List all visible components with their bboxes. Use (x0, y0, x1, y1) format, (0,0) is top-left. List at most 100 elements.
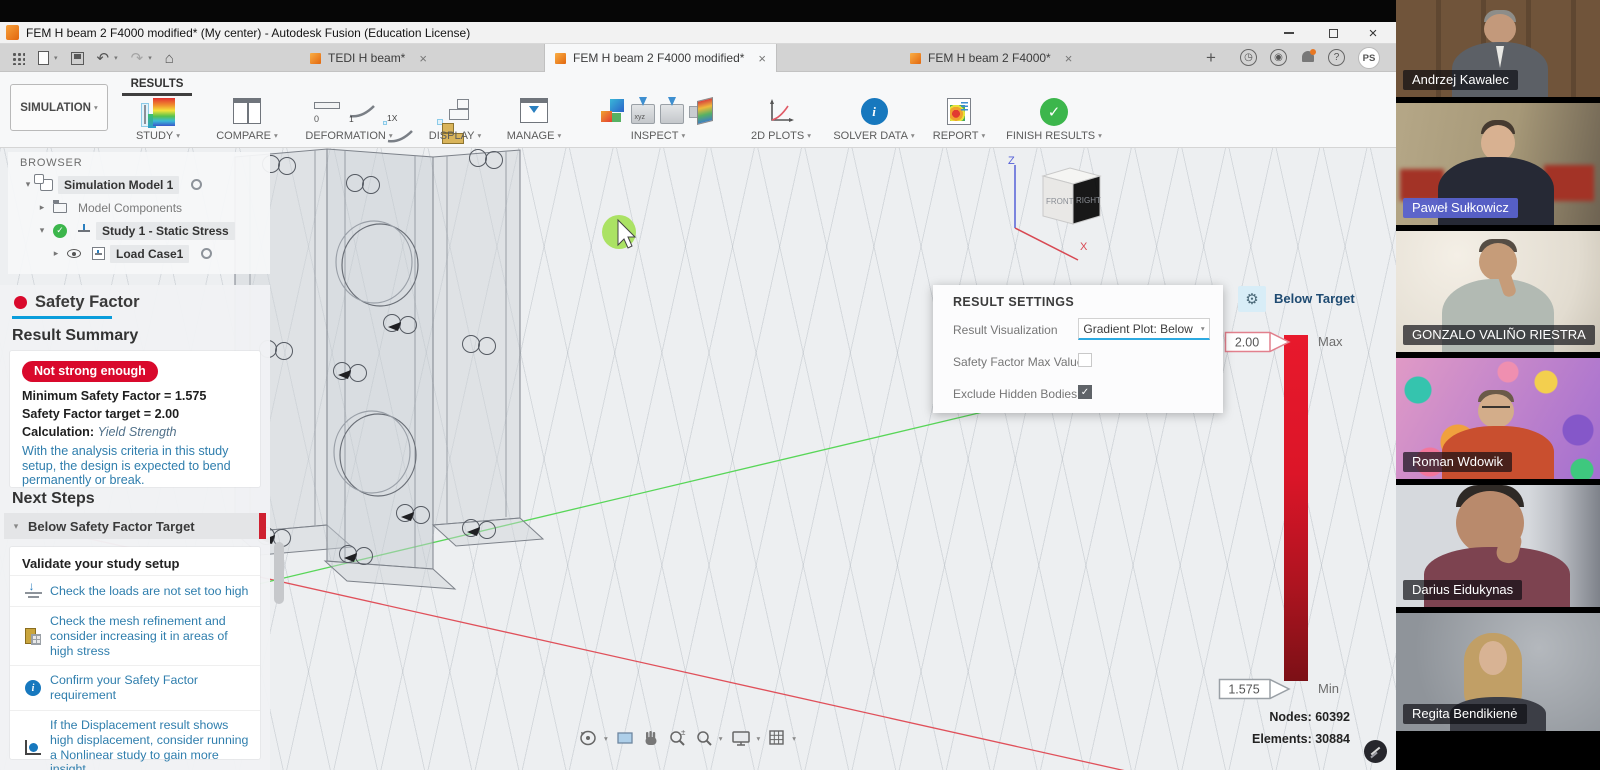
save-icon[interactable] (71, 52, 84, 65)
orbit-icon[interactable] (578, 729, 598, 747)
workspace-selector[interactable]: SIMULATION▾ (10, 84, 108, 131)
window-title: FEM H beam 2 F4000 modified* (My center)… (26, 26, 470, 40)
tree-item-model-components[interactable]: ▸ Model Components (8, 196, 270, 219)
visibility-eye-icon[interactable] (67, 249, 81, 258)
finish-results-check-icon[interactable]: ✓ (1040, 98, 1068, 126)
orbit-dropdown-icon[interactable]: ▾ (604, 734, 608, 743)
maximize-button[interactable] (1316, 22, 1350, 44)
solver-data-info-icon[interactable]: i (861, 98, 888, 125)
notifications-bell-icon[interactable] (1302, 51, 1314, 62)
display-settings-icon[interactable] (731, 729, 751, 747)
job-status-icon[interactable]: ◷ (1240, 49, 1257, 66)
deformation-adjusted-icon[interactable]: 1 (347, 98, 379, 124)
activate-radio[interactable] (201, 248, 212, 259)
tree-item-load-case[interactable]: ▸ Load Case1 (8, 242, 270, 265)
ribbon-group-finish-results[interactable]: ✓ FINISH RESULTS▾ (1000, 72, 1108, 148)
panel-scrollbar-thumb[interactable] (274, 542, 284, 604)
tree-item-study-1[interactable]: ▾ ✓ Study 1 - Static Stress (8, 219, 270, 242)
max-value-checkbox[interactable] (1078, 353, 1092, 367)
minimize-button[interactable] (1272, 22, 1306, 44)
viz-label: Result Visualization (953, 323, 1058, 337)
compare-icon[interactable] (233, 98, 261, 124)
legend-max-tag[interactable]: 2.00 (1224, 330, 1292, 354)
visualization-dropdown[interactable]: Gradient Plot: Below ▾ (1078, 318, 1210, 340)
participant-video (1479, 641, 1507, 675)
hidden-bodies-checkbox[interactable]: ✓ (1078, 385, 1092, 399)
grid-settings-icon[interactable] (768, 729, 786, 747)
ribbon-group-manage[interactable]: MANAGE▾ (502, 72, 566, 148)
chevron-right-icon[interactable]: ▸ (50, 248, 62, 259)
next-step-item[interactable]: Check the mesh refinement and consider i… (10, 606, 260, 665)
fit-dropdown-icon[interactable]: ▾ (719, 734, 723, 743)
tab-label: FEM H beam 2 F4000 modified* (573, 51, 744, 65)
ribbon-group-compare[interactable]: COMPARE▾ (210, 72, 284, 148)
participant-tile[interactable]: Paweł Sułkowicz (1396, 103, 1600, 225)
tab-close-icon[interactable]: × (419, 51, 427, 66)
undo-icon[interactable]: ↶ (97, 51, 110, 66)
next-step-item[interactable]: ↓ Check the loads are not set too high (10, 575, 260, 606)
meeting-controls-button[interactable] (1364, 740, 1387, 763)
ribbon-group-inspect[interactable]: xyz INSPECT▾ (582, 72, 734, 148)
study-report-icon[interactable] (144, 105, 146, 124)
zoom-icon[interactable]: ± (668, 729, 687, 747)
view-cube[interactable]: Z X FRONT RIGHT (1008, 155, 1101, 260)
participant-tile[interactable]: GONZALO VALIÑO RIESTRA (1396, 231, 1600, 352)
inspect-probe-icon[interactable] (660, 104, 684, 124)
safety-factor-target: Safety Factor target = 2.00 (22, 407, 248, 422)
ribbon-group-study[interactable]: STUDY▾ (114, 72, 202, 148)
inspect-probe-xyz-icon[interactable]: xyz (631, 104, 655, 124)
new-tab-icon[interactable]: + (1204, 49, 1218, 66)
ribbon-group-2d-plots[interactable]: 2D PLOTS▾ (746, 72, 816, 148)
document-cube-icon (910, 53, 921, 64)
ribbon-group-report[interactable]: REPORT▾ (928, 72, 990, 148)
inspect-slice-plane-icon[interactable] (689, 98, 717, 124)
new-file-icon[interactable] (38, 51, 49, 65)
tab-tedi-h-beam[interactable]: TEDI H beam* × (300, 44, 437, 72)
user-avatar[interactable]: PS (1358, 47, 1380, 69)
report-icon[interactable] (947, 98, 971, 125)
home-icon[interactable]: ⌂ (165, 51, 174, 66)
chevron-down-icon[interactable]: ▾ (22, 179, 34, 190)
participant-tile[interactable]: Regita Bendikienė (1396, 613, 1600, 731)
next-step-item[interactable]: i Confirm your Safety Factor requirement (10, 665, 260, 710)
display-wireframe-icon[interactable] (447, 98, 473, 124)
ribbon-group-deformation[interactable]: 0 1 1X DEFORMATION▾ (290, 72, 408, 148)
study-legend-icon[interactable] (153, 98, 175, 126)
manage-icon[interactable] (520, 98, 548, 123)
tab-fem-h-beam-modified[interactable]: FEM H beam 2 F4000 modified* × (544, 44, 777, 72)
tree-item-simulation-model[interactable]: ▾ Simulation Model 1 (8, 173, 270, 196)
2d-plots-icon[interactable] (766, 98, 796, 126)
legend-min-tag[interactable]: 1.575 (1218, 677, 1292, 701)
legend-settings-gear-icon[interactable]: ⚙ (1238, 286, 1266, 312)
display-dropdown-icon[interactable]: ▾ (757, 734, 761, 743)
undo-dropdown-icon[interactable]: ▾ (114, 54, 118, 62)
chevron-down-icon[interactable]: ▾ (36, 225, 48, 236)
h-beam-model[interactable] (235, 149, 543, 589)
grid-dropdown-icon[interactable]: ▾ (792, 734, 796, 743)
tab-close-icon[interactable]: × (758, 51, 766, 66)
chevron-right-icon[interactable]: ▸ (36, 202, 48, 213)
participant-tile[interactable]: Andrzej Kawalec (1396, 0, 1600, 97)
viewcube-front-label[interactable]: FRONT (1046, 197, 1074, 206)
ribbon-group-display[interactable]: DISPLAY▾ (416, 72, 494, 148)
file-dropdown-icon[interactable]: ▾ (54, 54, 58, 62)
fit-icon[interactable] (695, 729, 713, 747)
activate-radio[interactable] (191, 179, 202, 190)
next-step-item[interactable]: If the Displacement result shows high di… (10, 710, 260, 770)
pan-hand-icon[interactable] (642, 729, 660, 747)
below-target-group-header[interactable]: ▾ Below Safety Factor Target (4, 513, 266, 539)
deformation-actual-icon[interactable]: 0 (312, 98, 342, 124)
extensions-icon[interactable]: ◉ (1270, 49, 1287, 66)
participant-tile[interactable]: Roman Wdowik (1396, 358, 1600, 479)
legend-color-bar[interactable] (1284, 335, 1308, 681)
apps-grid-icon[interactable] (12, 52, 25, 65)
ribbon-group-solver-data[interactable]: i SOLVER DATA▾ (828, 72, 920, 148)
look-at-icon[interactable] (616, 730, 634, 746)
tab-close-icon[interactable]: × (1065, 51, 1073, 66)
inspect-results-icon[interactable] (600, 98, 626, 124)
viewcube-right-label[interactable]: RIGHT (1076, 196, 1101, 205)
participant-tile[interactable]: Darius Eidukynas (1396, 485, 1600, 607)
close-button[interactable]: × (1356, 22, 1390, 44)
tab-fem-h-beam[interactable]: FEM H beam 2 F4000* × (900, 44, 1082, 72)
help-icon[interactable]: ? (1328, 49, 1345, 66)
